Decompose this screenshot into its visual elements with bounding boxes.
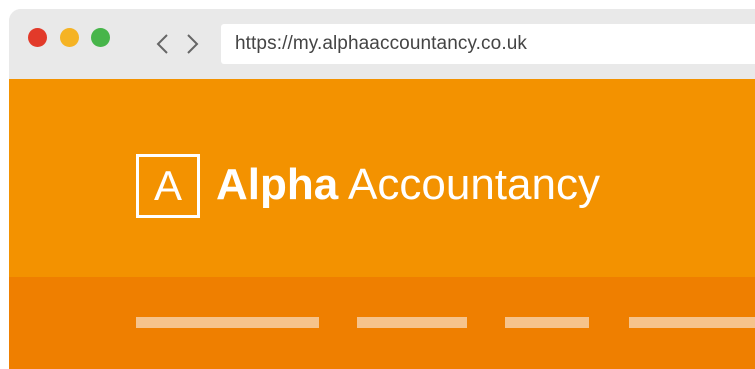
- logo-mark[interactable]: A: [136, 154, 200, 218]
- url-text: https://my.alphaaccountancy.co.uk: [235, 33, 527, 54]
- close-window-button[interactable]: [28, 28, 47, 47]
- minimize-window-button[interactable]: [60, 28, 79, 47]
- address-bar[interactable]: https://my.alphaaccountancy.co.uk: [221, 24, 755, 64]
- browser-window: https://my.alphaaccountancy.co.uk A Alph…: [9, 9, 755, 369]
- nav-item-placeholder[interactable]: [136, 317, 319, 328]
- logo-letter: A: [153, 162, 182, 209]
- web-page: A Alpha Accountancy: [9, 79, 755, 369]
- chevron-left-icon[interactable]: [154, 33, 172, 55]
- brand-name[interactable]: Alpha Accountancy: [216, 157, 600, 213]
- brand-name-light: Accountancy: [338, 160, 600, 209]
- site-header: A Alpha Accountancy: [9, 79, 755, 277]
- maximize-window-button[interactable]: [91, 28, 110, 47]
- nav-item-placeholder[interactable]: [629, 317, 755, 328]
- browser-toolbar: https://my.alphaaccountancy.co.uk: [9, 9, 755, 79]
- nav-item-placeholder[interactable]: [357, 317, 467, 328]
- brand-name-bold: Alpha: [216, 160, 339, 209]
- nav-item-placeholder[interactable]: [505, 317, 589, 328]
- site-nav: [9, 277, 755, 369]
- chevron-right-icon[interactable]: [183, 33, 201, 55]
